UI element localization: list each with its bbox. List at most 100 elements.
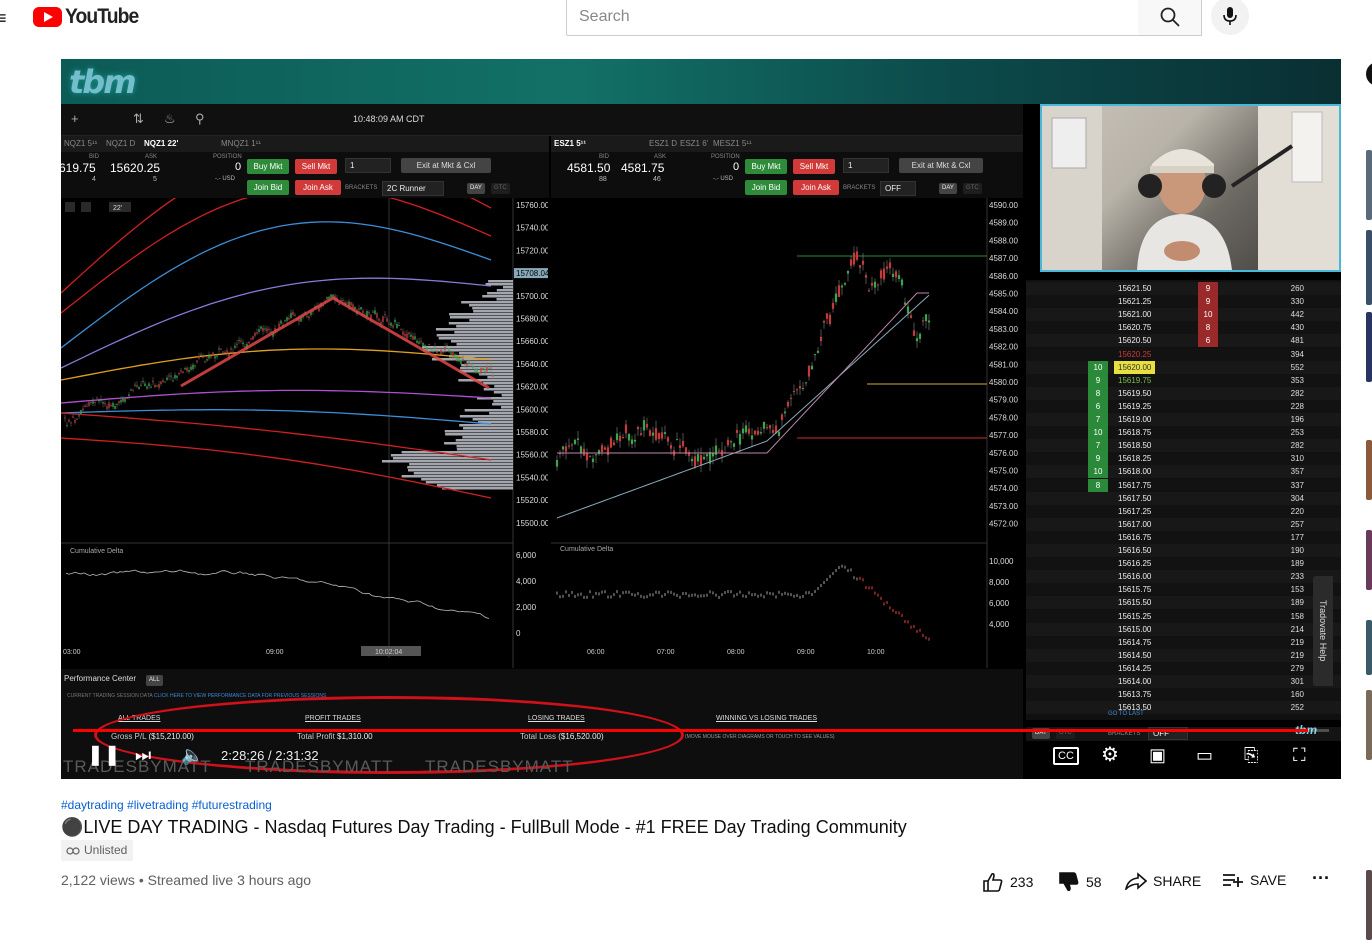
es-chart-panel[interactable]: Cumulative Delta 4590.00 4589.00 4588.00 45… [551,198,1023,668]
tab-nqz1-d[interactable]: NQZ1 D [106,139,135,148]
tradovate-help-tab[interactable]: Tradovate Help [1313,576,1333,686]
ladder-row[interactable]: 15616.75 177 [1026,530,1341,544]
captions-icon[interactable]: CC [1053,747,1079,765]
ladder-row[interactable]: 15615.50 189 [1026,596,1341,610]
ladder-row[interactable]: 9 15618.25 310 [1026,452,1341,466]
ladder-row[interactable]: 15621.25 9 330 [1026,295,1341,309]
ladder-row[interactable]: 15617.50 304 [1026,491,1341,505]
sell-mkt-button[interactable]: Sell Mkt [295,159,337,174]
tab-mnqz1-1[interactable]: MNQZ1 1¹¹ [221,139,261,148]
bell-icon[interactable]: ♨ [164,112,176,126]
buy-mkt-button[interactable]: Buy Mkt [247,159,289,174]
ladder-row[interactable]: 15616.00 233 [1026,570,1341,584]
ladder-row[interactable]: 10 15620.00 552 [1026,360,1341,374]
ladder-row[interactable]: 8 15617.75 337 [1026,478,1341,492]
ladder-row[interactable]: 7 15619.00 196 [1026,413,1341,426]
ladder-row[interactable]: 15614.25 279 [1026,661,1341,675]
settings-icon[interactable]: ⚙ [1101,745,1119,765]
recommendation-thumbnail[interactable] [1366,230,1372,305]
ladder-row[interactable]: 15614.50 219 [1026,648,1341,662]
miniplayer-icon[interactable]: ▣ [1149,745,1166,765]
ladder-row[interactable]: 15621.00 10 442 [1026,308,1341,322]
ladder-row[interactable]: 15620.75 8 430 [1026,321,1341,335]
tab-nqz1-22[interactable]: NQZ1 22' [144,139,178,148]
bracket-select[interactable]: OFF [880,181,916,196]
dislike-button[interactable]: 58 [1058,872,1102,892]
like-button[interactable]: 233 [982,872,1033,892]
ladder-row[interactable]: 15615.75 153 [1026,583,1341,597]
exit-at-mkt-button[interactable]: Exit at Mkt & Cxl [899,158,983,173]
tab-esz1-5[interactable]: ESZ1 5¹¹ [554,139,586,148]
ladder-row[interactable]: 15617.00 257 [1026,517,1341,531]
recommendation-thumbnail[interactable] [1366,690,1372,760]
join-ask-button[interactable]: Join Ask [793,180,839,195]
sort-icon[interactable]: ⇅ [133,112,144,126]
buy-mkt-button[interactable]: Buy Mkt [745,159,787,174]
theater-mode-icon[interactable]: ▭ [1196,745,1213,765]
tab-nqz1-5[interactable]: NQZ1 5¹¹ [64,139,97,148]
sell-mkt-button[interactable]: Sell Mkt [793,159,835,174]
recommendation-thumbnail[interactable] [1366,530,1372,590]
nq-chart-panel[interactable]: 22' Cumulative Delta 15760.00 15740.00 157… [61,148,550,668]
day-pill[interactable]: DAY [939,183,957,194]
gtc-pill[interactable]: GTC [963,183,982,194]
more-actions-button[interactable]: ··· [1312,868,1330,889]
join-bid-button[interactable]: Join Bid [745,180,787,195]
join-ask-button[interactable]: Join Ask [295,180,341,195]
all-pill[interactable]: ALL [146,675,163,686]
ladder-row[interactable]: 9 15619.75 353 [1026,373,1341,387]
join-bid-button[interactable]: Join Bid [247,180,289,195]
bracket-select[interactable]: 2C Runner [382,181,444,196]
recommendation-thumbnail[interactable] [1366,620,1372,675]
ladder-row[interactable]: 6 15619.25 228 [1026,399,1341,413]
tab-esz1-d[interactable]: ESZ1 D [649,139,677,148]
nq-chart[interactable]: 22' Cumulative Delta 15760.0015740.00157… [61,148,550,668]
ladder-row[interactable]: 15615.25 158 [1026,609,1341,623]
ladder-row[interactable]: 15617.25 220 [1026,504,1341,518]
recommendation-thumbnail[interactable] [1366,150,1372,220]
winning-vs-losing-header[interactable]: WINNING VS LOSING TRADES [716,715,817,722]
ladder-row[interactable]: 15621.50 9 260 [1026,282,1341,295]
ladder-row[interactable]: 15614.00 301 [1026,675,1341,688]
pause-icon[interactable]: ❚❚ [87,745,121,765]
go-to-last-link[interactable]: GO TO LAST [1108,711,1144,717]
es-chart[interactable]: Cumulative Delta 4590.004589.004588.0045… [551,198,1023,668]
quantity-select[interactable]: 1 [843,158,889,173]
search-icon[interactable]: ⚲ [195,112,205,126]
ladder-row[interactable]: 7 15618.50 282 [1026,439,1341,453]
save-button[interactable]: SAVE [1222,872,1286,888]
ladder-row[interactable]: 15614.75 219 [1026,635,1341,649]
tab-mesz1-5[interactable]: MESZ1 5¹¹ [713,139,752,148]
ladder-row[interactable]: 10 15618.75 253 [1026,426,1341,440]
video-player[interactable]: tbm + ⇅ ♨ ⚲ 10:48:09 AM CDT NQZ1 5¹¹ NQZ… [61,59,1341,779]
ladder-row[interactable]: 8 15619.50 282 [1026,386,1341,400]
ladder-row[interactable]: 10 15618.00 357 [1026,465,1341,479]
ladder-row[interactable]: 15620.25 394 [1026,347,1341,361]
share-button[interactable]: SHARE [1125,872,1201,890]
day-pill[interactable]: DAY [467,183,485,194]
plus-icon[interactable]: + [71,112,79,126]
channel-avatar[interactable] [1366,62,1372,86]
hashtags[interactable]: #daytrading #livetrading #futurestrading [61,798,272,812]
progress-bar[interactable] [73,729,1329,732]
ladder-row[interactable]: 15620.50 6 481 [1026,334,1341,348]
ladder-row[interactable]: 15615.00 214 [1026,622,1341,636]
exit-at-mkt-button[interactable]: Exit at Mkt & Cxl [401,158,491,173]
search-box[interactable] [566,0,1139,36]
ladder-row[interactable]: 15616.50 190 [1026,544,1341,557]
voice-search-button[interactable] [1211,0,1249,35]
recommendation-thumbnail[interactable] [1366,870,1372,940]
gtc-pill[interactable]: GTC [491,183,510,194]
tab-esz1-6[interactable]: ESZ1 6' [680,139,708,148]
next-icon[interactable]: ⏭ [135,745,151,765]
ladder-row[interactable]: 15613.50 252 [1026,701,1341,715]
ladder-row[interactable]: 15613.75 160 [1026,688,1341,702]
quantity-select[interactable]: 1 [345,158,391,173]
cast-icon[interactable]: ⎘ [1244,745,1258,765]
recommendation-thumbnail[interactable] [1366,312,1372,382]
zoom-out-icon[interactable] [81,202,91,212]
search-input[interactable] [567,0,1138,35]
ladder-row[interactable]: 15616.25 189 [1026,557,1341,571]
search-button[interactable] [1138,0,1202,36]
volume-icon[interactable]: 🔈 [181,745,203,765]
